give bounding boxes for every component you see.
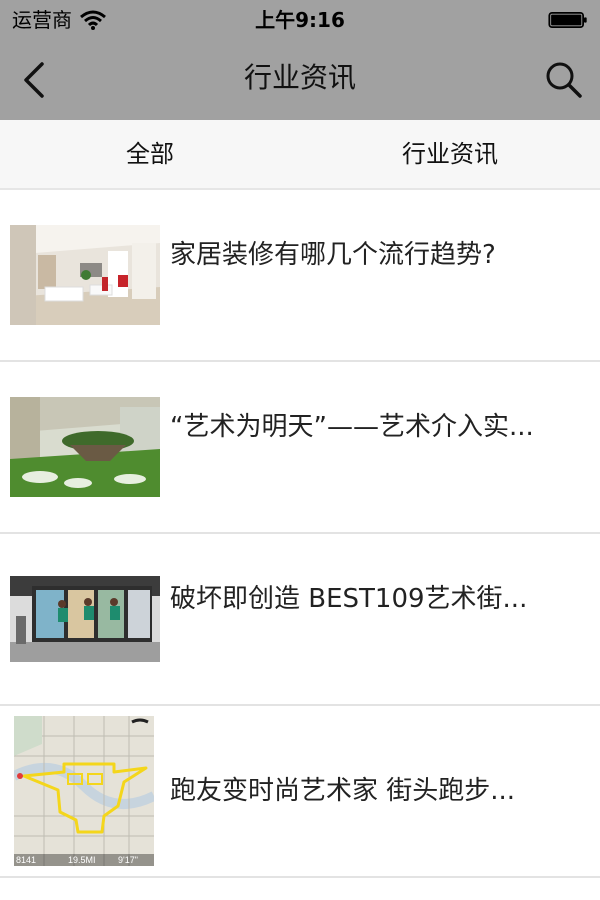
article-list: 家居装修有哪几个流行趋势? “艺术为明天”——艺术介入实... 破坏即创造 BE… [0,190,600,878]
article-thumbnail [10,225,160,325]
status-time: 上午9:16 [255,8,345,32]
running-map-image: 8141 19.5MI 9'17" [14,716,154,866]
page-title: 行业资讯 [243,61,356,94]
map-stat-pace: 9'17" [118,855,138,865]
search-icon [546,62,582,98]
status-bar: 运营商 上午9:16 [0,0,600,40]
category-tabs: 全部 行业资讯 [0,120,600,190]
article-title: 家居装修有哪几个流行趋势? [170,240,496,270]
map-stat-elevation: 8141 [16,855,36,865]
street-art-image [10,576,160,662]
article-title: “艺术为明天”——艺术介入实... [170,412,534,442]
interior-image [10,225,160,325]
tab-all[interactable]: 全部 [0,120,300,188]
art-installation-image [10,397,160,497]
list-item[interactable]: 8141 19.5MI 9'17" 跑友变时尚艺术家 街头跑步... [0,706,600,878]
tab-industry-news[interactable]: 行业资讯 [300,120,600,188]
map-stat-distance: 19.5MI [68,855,96,865]
article-title: 跑友变时尚艺术家 街头跑步... [170,776,516,806]
article-thumbnail: 8141 19.5MI 9'17" [14,716,154,866]
article-thumbnail [10,576,160,662]
battery-icon [548,12,587,28]
list-item[interactable]: 家居装修有哪几个流行趋势? [0,190,600,362]
article-thumbnail [10,397,160,497]
list-item[interactable]: “艺术为明天”——艺术介入实... [0,362,600,534]
search-button[interactable] [542,58,586,102]
list-item[interactable]: 破坏即创造 BEST109艺术街... [0,534,600,706]
article-title: 破坏即创造 BEST109艺术街... [170,584,528,614]
nav-bar: 行业资讯 [0,40,600,120]
